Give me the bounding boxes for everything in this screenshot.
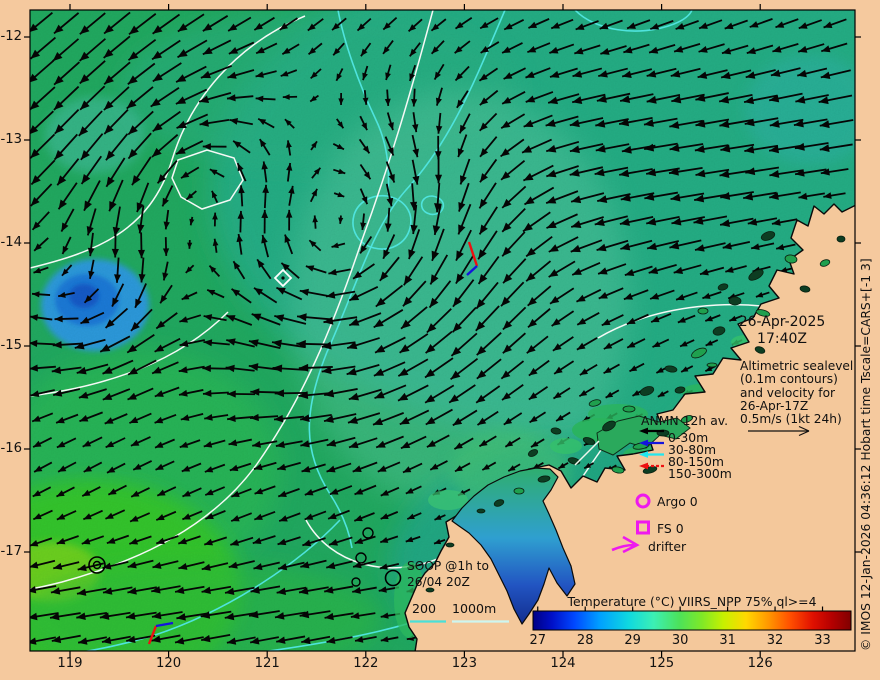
island xyxy=(513,487,525,495)
y-axis-label: -16 xyxy=(0,441,22,456)
y-axis-label: -14 xyxy=(0,235,22,250)
x-axis-label: 125 xyxy=(649,656,675,671)
fs-label: FS 0 xyxy=(657,521,684,536)
isobath-1000-label: 1000m xyxy=(452,601,497,616)
island xyxy=(622,405,636,413)
isobath-200-label: 200 xyxy=(412,601,437,616)
island xyxy=(476,508,486,514)
colorbar-title: Temperature (°C) VIIRS_NPP 75% ql>=4 xyxy=(567,594,817,609)
colorbar-tick-label: 27 xyxy=(529,633,546,648)
x-axis-label: 119 xyxy=(57,656,83,671)
soop-label-line1: SOOP @1h to xyxy=(407,559,489,573)
y-axis-label: -15 xyxy=(0,338,22,353)
y-axis-label: -12 xyxy=(0,29,22,44)
altimetric-note-line: Altimetric sealevel xyxy=(740,359,854,373)
map-date: 26-Apr-2025 xyxy=(738,314,826,330)
y-axis-label: -17 xyxy=(0,544,22,559)
y-axis-label: -13 xyxy=(0,132,22,147)
island xyxy=(836,235,846,243)
colorbar-tick-label: 28 xyxy=(576,633,594,648)
x-axis-label: 120 xyxy=(156,656,182,671)
altimetric-note-line: and velocity for xyxy=(740,385,836,400)
coastal-shallow-patch xyxy=(550,438,582,454)
island xyxy=(445,542,455,548)
colorbar-tick-label: 31 xyxy=(719,633,736,648)
glider-center-dot xyxy=(281,276,285,280)
anmn-legend-title: ANMN 12h av. xyxy=(641,413,729,428)
x-axis-label: 124 xyxy=(550,656,576,671)
island xyxy=(706,362,718,368)
colorbar-gradient-bar xyxy=(532,610,852,631)
colorbar-tick-label: 33 xyxy=(814,633,831,648)
imos-oceancurrent-figure: { "axes": { "x_ticks": ["119","120","121… xyxy=(0,0,880,680)
map-time: 17:40Z xyxy=(757,331,807,347)
argo-label: Argo 0 xyxy=(657,494,698,509)
coastal-shallow-patch xyxy=(428,490,468,510)
colorbar-tick-label: 29 xyxy=(624,633,641,648)
anmn-depth-label: 150-300m xyxy=(668,465,732,481)
altimetric-note-line: 0.5m/s (1kt 24h) xyxy=(740,412,842,427)
x-axis-label: 121 xyxy=(254,656,280,671)
x-axis-label: 126 xyxy=(747,656,773,671)
copyright-text: © IMOS 12-Jan-2026 04:36:12 Hobart time … xyxy=(859,258,873,651)
altimetric-note-line: 26-Apr-17Z xyxy=(740,398,809,413)
island xyxy=(728,296,742,306)
colorbar-tick-label: 30 xyxy=(671,633,689,648)
colorbar-tick-label: 32 xyxy=(766,633,784,648)
x-axis-label: 123 xyxy=(451,656,477,671)
drifter-label: drifter xyxy=(648,539,687,554)
altimetric-note-line: (0.1m contours) xyxy=(740,372,838,387)
island xyxy=(697,307,709,315)
x-axis-label: 122 xyxy=(353,656,379,671)
soop-label-line2: 26/04 20Z xyxy=(407,575,470,589)
